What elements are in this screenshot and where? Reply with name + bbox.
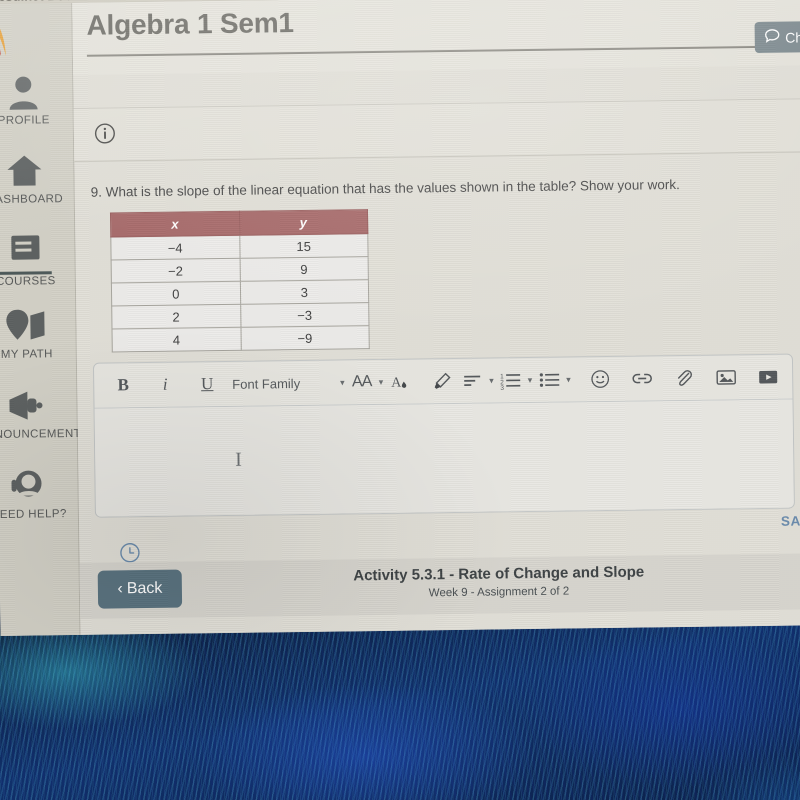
emoji-icon[interactable] — [585, 364, 615, 394]
sidebar: PROFILE DASHBOARD COURSES MY PATH ANNOUN… — [0, 2, 90, 636]
chevron-down-icon[interactable]: ▾ — [566, 374, 571, 385]
megaphone-icon — [0, 383, 78, 428]
font-size-select[interactable]: AA — [346, 367, 376, 397]
info-circle-icon[interactable] — [94, 122, 116, 149]
numbered-list-icon[interactable]: 1 2 3 — [496, 365, 526, 395]
question-area: 9. What is the slope of the linear equat… — [74, 155, 800, 635]
sidebar-item-label: NEED HELP? — [0, 508, 67, 522]
sidebar-item-need-help[interactable]: NEED HELP? — [0, 463, 79, 521]
chevron-left-icon: ‹ — [117, 580, 123, 598]
chat-button-label: Chat — [785, 28, 800, 46]
back-button[interactable]: ‹ Back — [97, 569, 183, 609]
chat-button[interactable]: Chat — [754, 21, 800, 54]
laptop-screen: csd.net Bookmarks PROFILE — [0, 0, 800, 636]
svg-text:3: 3 — [500, 385, 504, 391]
answer-rich-text-editor: B i U Font Family ▾ AA ▾ A ▾ 1 2 3 ▾ ▾ I — [92, 353, 795, 518]
sidebar-item-label: ANNOUNCEMENTS — [0, 427, 90, 442]
values-table: x y −4 15 −2 9 0 3 2 −3 4 −9 — [110, 209, 370, 352]
table-row: 2 −3 — [111, 302, 369, 329]
table-cell-y: −9 — [240, 325, 370, 351]
sidebar-item-announcements[interactable]: ANNOUNCEMENTS — [0, 383, 90, 442]
bold-button[interactable]: B — [108, 370, 138, 400]
table-cell-y: 3 — [239, 279, 369, 305]
table-cell-x: −2 — [111, 258, 240, 283]
video-icon[interactable] — [753, 362, 783, 392]
table-row: −2 9 — [111, 256, 369, 283]
table-cell-x: 2 — [111, 304, 241, 329]
save-button[interactable]: SAVE — [781, 513, 800, 528]
page-header: Algebra 1 Sem1 Chat — [72, 0, 800, 75]
table-header-row: x y — [110, 209, 368, 237]
school-logo[interactable] — [0, 12, 25, 59]
table-header-cell-y: y — [238, 209, 368, 236]
font-family-select[interactable]: Font Family — [232, 376, 300, 392]
text-cursor-icon: I — [235, 448, 243, 471]
chevron-down-icon[interactable]: ▾ — [489, 375, 494, 386]
text-color-icon[interactable]: A — [385, 366, 415, 396]
table-cell-x: 4 — [111, 327, 241, 352]
chevron-down-icon[interactable]: ▾ — [379, 376, 384, 387]
support-agent-icon — [0, 463, 79, 508]
table-header-cell-x: x — [110, 211, 240, 237]
table-cell-y: 9 — [239, 256, 369, 282]
sidebar-item-label: DASHBOARD — [0, 193, 64, 207]
sidebar-item-dashboard[interactable]: DASHBOARD — [0, 148, 75, 206]
back-button-label: Back — [126, 579, 163, 598]
chevron-down-icon[interactable]: ▾ — [340, 377, 345, 388]
chat-bubble-icon — [765, 29, 780, 46]
table-cell-y: 15 — [239, 233, 369, 259]
sidebar-item-my-path[interactable]: MY PATH — [0, 303, 77, 361]
sidebar-item-courses[interactable]: COURSES — [0, 225, 76, 288]
info-strip — [73, 98, 800, 162]
title-divider — [86, 45, 800, 57]
table-cell-x: −4 — [110, 235, 240, 260]
underline-button[interactable]: U — [192, 369, 222, 399]
table-row: 4 −9 — [111, 325, 370, 352]
table-row: −4 15 — [110, 233, 369, 260]
attachment-icon[interactable] — [669, 363, 699, 393]
table-cell-y: −3 — [240, 302, 369, 328]
path-book-icon — [0, 303, 77, 348]
home-icon — [0, 148, 75, 193]
activity-footer-bar: Activity 5.3.1 - Rate of Change and Slop… — [79, 553, 800, 619]
sidebar-item-label: PROFILE — [0, 114, 50, 127]
image-icon[interactable] — [711, 362, 741, 392]
main-content: Algebra 1 Sem1 Chat 9. What is the slope… — [72, 0, 800, 635]
sidebar-item-profile[interactable]: PROFILE — [0, 69, 74, 127]
highlighter-icon[interactable] — [427, 366, 457, 396]
answer-input[interactable]: I — [94, 399, 794, 518]
svg-text:A: A — [392, 375, 403, 390]
sidebar-item-label: MY PATH — [0, 348, 53, 361]
sidebar-item-label: COURSES — [0, 275, 56, 288]
table-cell-x: 0 — [111, 281, 241, 306]
link-icon[interactable] — [627, 363, 657, 393]
bullet-list-icon[interactable] — [534, 365, 564, 395]
question-text: 9. What is the slope of the linear equat… — [90, 177, 680, 200]
photo-of-laptop-screen: csd.net Bookmarks PROFILE — [0, 0, 800, 800]
table-row: 0 3 — [111, 279, 369, 306]
user-icon — [0, 69, 74, 114]
chevron-down-icon[interactable]: ▾ — [528, 374, 533, 385]
italic-button[interactable]: i — [150, 370, 180, 400]
page-title: Algebra 1 Sem1 — [86, 7, 295, 41]
book-icon — [0, 225, 76, 270]
align-left-icon[interactable] — [457, 366, 487, 396]
